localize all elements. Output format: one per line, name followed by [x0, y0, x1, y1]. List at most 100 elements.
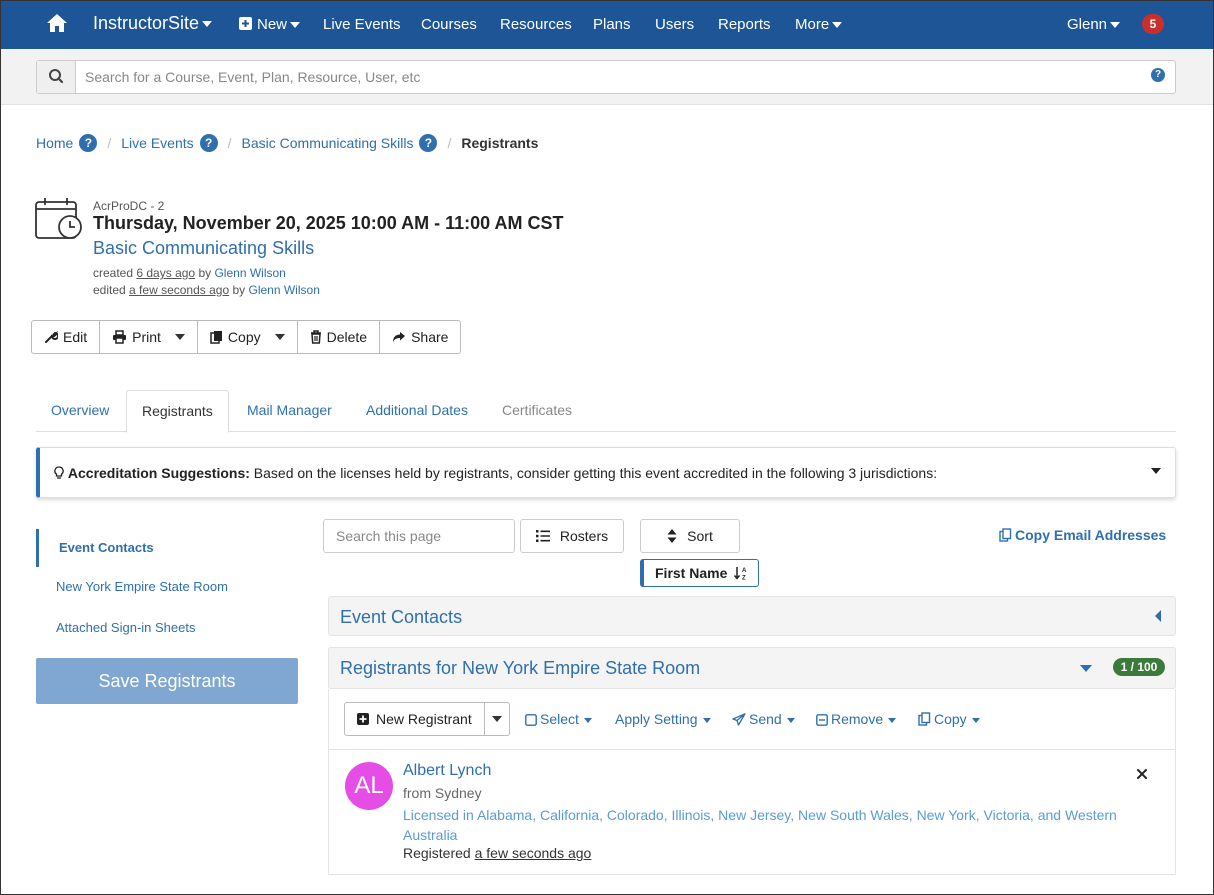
- help-icon[interactable]: ?: [79, 134, 98, 152]
- help-icon[interactable]: ?: [419, 134, 438, 152]
- nav-resources[interactable]: Resources: [500, 16, 572, 33]
- tab-registrants[interactable]: Registrants: [126, 390, 229, 433]
- send-menu[interactable]: Send: [732, 711, 795, 727]
- brand-menu[interactable]: InstructorSite: [93, 13, 213, 34]
- global-search: ?: [36, 60, 1176, 94]
- new-registrant-button[interactable]: New Registrant: [345, 703, 485, 735]
- event-tabs: Overview Registrants Mail Manager Additi…: [36, 390, 1176, 433]
- nav-more[interactable]: More: [795, 16, 843, 33]
- breadcrumb-home[interactable]: Home: [36, 135, 73, 151]
- registered-when: a few seconds ago: [474, 845, 592, 861]
- breadcrumb-separator: /: [227, 135, 232, 151]
- notification-badge[interactable]: 5: [1142, 14, 1164, 34]
- home-icon[interactable]: [45, 11, 69, 35]
- registrant-registered: Registered a few seconds ago: [403, 845, 591, 861]
- sort-field-pill[interactable]: First Name AZ: [640, 559, 759, 587]
- tab-additional-dates[interactable]: Additional Dates: [351, 390, 483, 432]
- chevron-down-icon: [202, 21, 213, 28]
- sidenav-sign-in-sheets[interactable]: Attached Sign-in Sheets: [36, 609, 296, 647]
- registrant-count-badge: 1 / 100: [1113, 658, 1165, 676]
- chevron-down-icon[interactable]: [1151, 468, 1161, 474]
- delete-label: Delete: [326, 329, 368, 345]
- nav-courses[interactable]: Courses: [421, 16, 477, 33]
- apply-setting-menu[interactable]: Apply Setting: [615, 711, 711, 727]
- chevron-down-icon: [1110, 22, 1121, 29]
- accreditation-panel[interactable]: Accreditation Suggestions: Based on the …: [36, 447, 1176, 498]
- calendar-clock-icon: [35, 198, 82, 239]
- sidenav-event-contacts[interactable]: Event Contacts: [36, 529, 296, 567]
- copy-menu[interactable]: Copy: [918, 711, 980, 727]
- edited-by-prefix: by: [232, 283, 246, 297]
- chevron-down-icon: [702, 717, 711, 723]
- copy-icon: [210, 331, 222, 344]
- sidenav-ny-empire-state-room[interactable]: New York Empire State Room: [36, 568, 296, 606]
- wrench-icon: [45, 330, 58, 343]
- select-menu[interactable]: Select: [525, 711, 592, 727]
- page-search-input[interactable]: [323, 519, 515, 553]
- copy-email-label: Copy Email Addresses: [1015, 527, 1167, 543]
- accreditation-message: Based on the licenses held by registrant…: [249, 465, 938, 481]
- copy-menu-label: Copy: [934, 711, 967, 727]
- registrants-panel-title: Registrants for New York Empire State Ro…: [340, 658, 701, 678]
- accreditation-text: Accreditation Suggestions: Based on the …: [54, 465, 937, 481]
- event-actions: Edit Print Copy Delete Share: [31, 320, 462, 354]
- remove-menu[interactable]: Remove: [816, 711, 897, 727]
- lightbulb-icon: [54, 466, 64, 479]
- event-title[interactable]: Basic Communicating Skills: [93, 238, 314, 259]
- share-label: Share: [411, 329, 449, 345]
- nav-reports[interactable]: Reports: [718, 16, 771, 33]
- sort-icon: [667, 529, 677, 543]
- search-row: ?: [1, 49, 1213, 105]
- help-icon[interactable]: ?: [1151, 68, 1165, 82]
- tab-overview[interactable]: Overview: [36, 390, 124, 432]
- save-registrants-button[interactable]: Save Registrants: [36, 658, 298, 704]
- copy-email-addresses-link[interactable]: Copy Email Addresses: [999, 527, 1166, 543]
- user-menu[interactable]: Glenn: [1067, 16, 1121, 33]
- tab-mail-manager[interactable]: Mail Manager: [232, 390, 347, 432]
- edit-label: Edit: [63, 329, 88, 345]
- edited-prefix: edited: [93, 283, 126, 297]
- trash-icon: [310, 330, 321, 344]
- send-label: Send: [749, 711, 782, 727]
- edited-when: a few seconds ago: [129, 283, 230, 297]
- delete-button[interactable]: Delete: [298, 321, 381, 353]
- breadcrumb-live-events[interactable]: Live Events: [121, 135, 193, 151]
- sort-alpha-down-icon: AZ: [734, 567, 747, 581]
- print-icon: [113, 330, 127, 344]
- created-by-link[interactable]: Glenn Wilson: [214, 266, 285, 280]
- avatar: AL: [345, 762, 393, 810]
- global-search-input[interactable]: [85, 67, 1125, 87]
- new-registrant-split-button: New Registrant: [344, 702, 510, 736]
- new-registrant-dropdown[interactable]: [485, 703, 509, 735]
- share-button[interactable]: Share: [380, 321, 460, 353]
- nav-new[interactable]: New: [239, 16, 301, 33]
- copy-icon: [999, 528, 1012, 542]
- registrant-name[interactable]: Albert Lynch: [403, 762, 491, 780]
- svg-text:Z: Z: [742, 576, 746, 581]
- list-icon: [535, 530, 550, 542]
- breadcrumb-separator: /: [107, 135, 112, 151]
- close-icon[interactable]: [1135, 767, 1149, 781]
- svg-text:A: A: [742, 568, 747, 574]
- rosters-button[interactable]: Rosters: [520, 519, 624, 553]
- edit-button[interactable]: Edit: [32, 321, 101, 353]
- chevron-down-icon: [832, 22, 843, 29]
- nav-plans[interactable]: Plans: [593, 16, 631, 33]
- search-icon[interactable]: [37, 61, 76, 93]
- checkbox-icon: [525, 714, 537, 726]
- registrants-panel-header[interactable]: Registrants for New York Empire State Ro…: [328, 647, 1176, 689]
- nav-users[interactable]: Users: [655, 16, 694, 33]
- breadcrumb-event[interactable]: Basic Communicating Skills: [242, 135, 414, 151]
- event-contacts-panel-header[interactable]: Event Contacts: [328, 596, 1176, 636]
- sort-button[interactable]: Sort: [640, 519, 740, 553]
- print-button[interactable]: Print: [100, 321, 198, 353]
- nav-live-events[interactable]: Live Events: [323, 16, 401, 33]
- event-code: AcrProDC - 2: [93, 199, 165, 213]
- copy-button[interactable]: Copy: [198, 321, 298, 353]
- print-label: Print: [132, 329, 161, 345]
- tab-certificates: Certificates: [502, 402, 573, 418]
- registrant-licenses: Licensed in Alabama, California, Colorad…: [403, 807, 1117, 843]
- edited-by-link[interactable]: Glenn Wilson: [249, 283, 320, 297]
- minus-square-icon: [816, 714, 828, 726]
- help-icon[interactable]: ?: [199, 134, 218, 152]
